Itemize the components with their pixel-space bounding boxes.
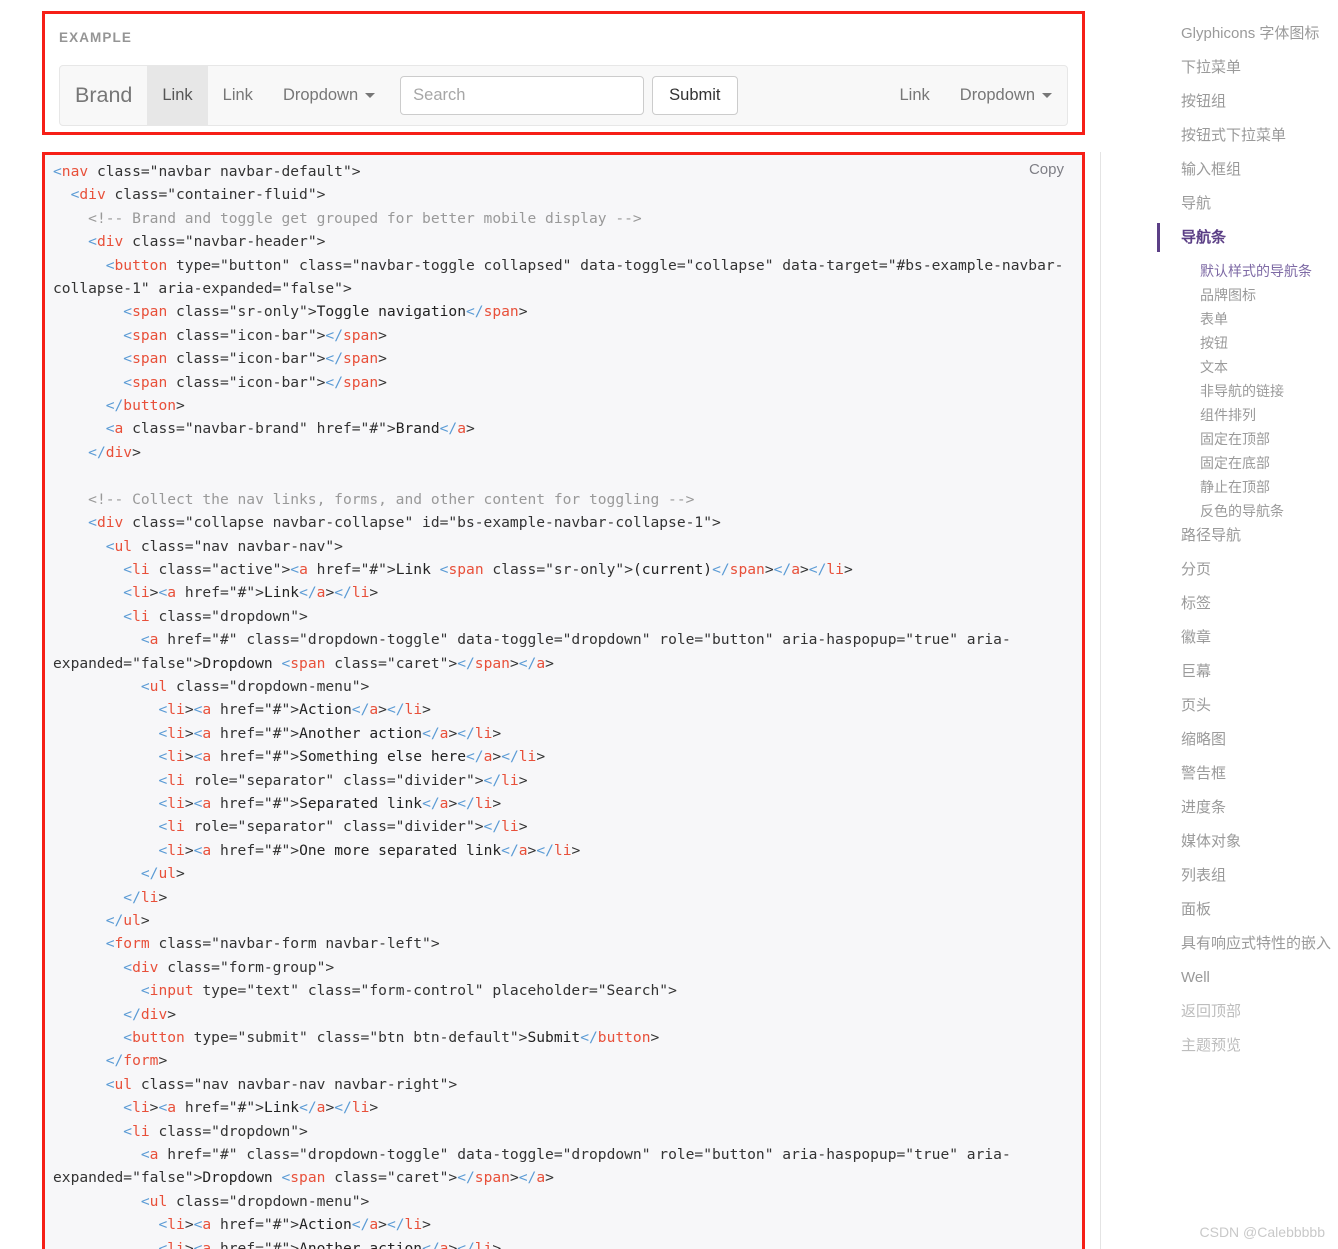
navbar-item-label: Link [162,86,193,104]
sidebar-item[interactable]: 默认样式的导航条 [1155,264,1338,278]
caret-down-icon [1042,93,1052,98]
submit-button[interactable]: Submit [652,76,738,115]
navbar-item-link-right[interactable]: Link [885,66,945,125]
navbar-item-link-1[interactable]: Link [147,66,208,125]
sidebar-item[interactable]: 反色的导航条 [1155,504,1338,518]
code-text: <nav class="navbar navbar-default"> <div… [53,163,1064,1249]
navbar-item-dropdown-left[interactable]: Dropdown [268,66,390,125]
sidebar-item[interactable]: 缩略图 [1155,732,1338,747]
sidebar-item[interactable]: 面板 [1155,902,1338,917]
sidebar-item[interactable]: 徽章 [1155,630,1338,645]
sidebar-item[interactable]: 输入框组 [1155,162,1338,177]
sidebar-list: Glyphicons 字体图标 下拉菜单按钮组按钮式下拉菜单 输入框组导航导航条默认… [1155,0,1338,985]
navbar-item-label: Link [222,86,253,104]
sidebar-item[interactable]: 下拉菜单 [1155,60,1338,75]
sidebar-item[interactable]: 按钮式下拉菜单 [1155,128,1338,143]
sidebar-item[interactable]: 具有响应式特性的嵌入 [1155,936,1338,951]
navbar-item-link-2[interactable]: Link [208,66,268,125]
sidebar-item[interactable]: 巨幕 [1155,664,1338,679]
sidebar-footer-item[interactable]: 返回顶部 [1155,1004,1338,1019]
sidebar-item[interactable]: 固定在底部 [1155,456,1338,470]
sidebar-item[interactable]: 进度条 [1155,800,1338,815]
sidebar-footer-item[interactable]: 主题预览 [1155,1038,1338,1053]
code-source[interactable]: <nav class="navbar navbar-default"> <div… [53,160,1082,1249]
sidebar-item[interactable]: 组件排列 [1155,408,1338,422]
navbar-item-label: Dropdown [282,86,359,104]
sidebar-item[interactable]: 警告框 [1155,766,1338,781]
sidebar-item[interactable]: 非导航的链接 [1155,384,1338,398]
navbar-demo: Brand Link Link Dropdown Submit Link [59,65,1068,126]
sidebar-item[interactable]: 静止在顶部 [1155,480,1338,494]
sidebar-item[interactable]: 导航 [1155,196,1338,211]
sidebar-item[interactable]: 按钮组 [1155,94,1338,109]
sidebar-item[interactable]: 媒体对象 [1155,834,1338,849]
sidebar-footer-list: 返回顶部 主题预览 [1155,1004,1338,1053]
sidebar-item[interactable]: 页头 [1155,698,1338,713]
sidebar-item[interactable]: 品牌图标 [1155,288,1338,302]
code-right-divider [1100,152,1101,1249]
navbar-item-label: Dropdown [959,86,1035,104]
navbar-right-group: Link Dropdown [885,66,1068,125]
page-root: EXAMPLE Brand Link Link Dropdown Submit … [0,0,1338,1249]
navbar-item-label: Link [899,86,930,104]
sidebar-item[interactable]: Glyphicons 字体图标 [1155,26,1338,41]
sidebar-toc: Glyphicons 字体图标 下拉菜单按钮组按钮式下拉菜单 输入框组导航导航条默认… [1155,0,1338,1249]
watermark: CSDN @Calebbbbb [1199,1224,1326,1240]
sidebar-item[interactable]: 文本 [1155,360,1338,374]
copy-button[interactable]: Copy [1029,161,1064,178]
example-label: EXAMPLE [59,30,132,45]
sidebar-item[interactable]: 路径导航 [1155,528,1338,543]
example-preview-panel: EXAMPLE Brand Link Link Dropdown Submit … [42,11,1085,135]
navbar-brand-link[interactable]: Brand [60,66,147,125]
navbar-item-dropdown-right[interactable]: Dropdown [945,66,1067,125]
sidebar-item[interactable]: 按钮 [1155,336,1338,350]
sidebar-item[interactable]: 表单 [1155,312,1338,326]
sidebar-item[interactable]: 分页 [1155,562,1338,577]
sidebar-item[interactable]: 列表组 [1155,868,1338,883]
sidebar-item[interactable]: 固定在顶部 [1155,432,1338,446]
sidebar-item[interactable]: Well [1155,970,1338,985]
search-input[interactable] [400,76,645,115]
sidebar-item[interactable]: 标签 [1155,596,1338,611]
navbar-search-form: Submit [400,66,738,125]
sidebar-item[interactable]: 导航条 [1155,223,1338,252]
code-snippet-panel: Copy <nav class="navbar navbar-default">… [42,152,1085,1249]
caret-down-icon [365,93,376,98]
